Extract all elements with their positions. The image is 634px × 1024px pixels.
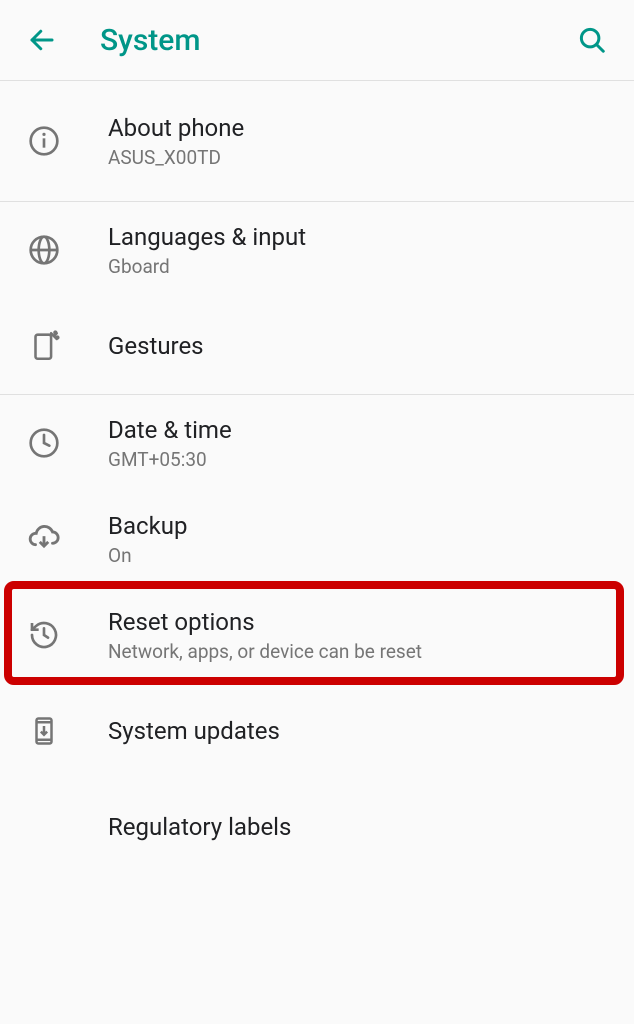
item-label: Date & time	[108, 416, 612, 444]
search-icon	[577, 25, 607, 55]
list-item-reset-options[interactable]: Reset options Network, apps, or device c…	[0, 587, 634, 683]
system-update-icon	[22, 714, 66, 748]
item-label: Reset options	[108, 608, 612, 636]
item-sublabel: Network, apps, or device can be reset	[108, 640, 612, 663]
restore-icon	[22, 619, 66, 651]
item-label: Backup	[108, 512, 612, 540]
list-item-datetime[interactable]: Date & time GMT+05:30	[0, 395, 634, 491]
page-title: System	[100, 23, 570, 58]
list-item-regulatory[interactable]: Regulatory labels	[0, 779, 634, 875]
item-sublabel: GMT+05:30	[108, 448, 612, 471]
gestures-icon	[22, 329, 66, 363]
settings-list: About phone ASUS_X00TD Languages & input…	[0, 81, 634, 875]
item-label: System updates	[108, 717, 612, 745]
list-item-languages[interactable]: Languages & input Gboard	[0, 202, 634, 298]
list-item-about-phone[interactable]: About phone ASUS_X00TD	[0, 81, 634, 201]
item-label: Gestures	[108, 332, 612, 360]
item-sublabel: Gboard	[108, 255, 612, 278]
cloud-download-icon	[22, 522, 66, 556]
info-icon	[22, 125, 66, 157]
item-label: About phone	[108, 114, 612, 142]
item-label: Languages & input	[108, 223, 612, 251]
arrow-left-icon	[27, 25, 57, 55]
back-button[interactable]	[20, 25, 64, 55]
list-item-system-updates[interactable]: System updates	[0, 683, 634, 779]
globe-icon	[22, 234, 66, 266]
list-item-gestures[interactable]: Gestures	[0, 298, 634, 394]
item-label: Regulatory labels	[108, 813, 612, 841]
clock-icon	[22, 427, 66, 459]
search-button[interactable]	[570, 25, 614, 55]
item-sublabel: On	[108, 544, 612, 567]
item-sublabel: ASUS_X00TD	[108, 146, 612, 169]
list-item-backup[interactable]: Backup On	[0, 491, 634, 587]
app-header: System	[0, 0, 634, 80]
